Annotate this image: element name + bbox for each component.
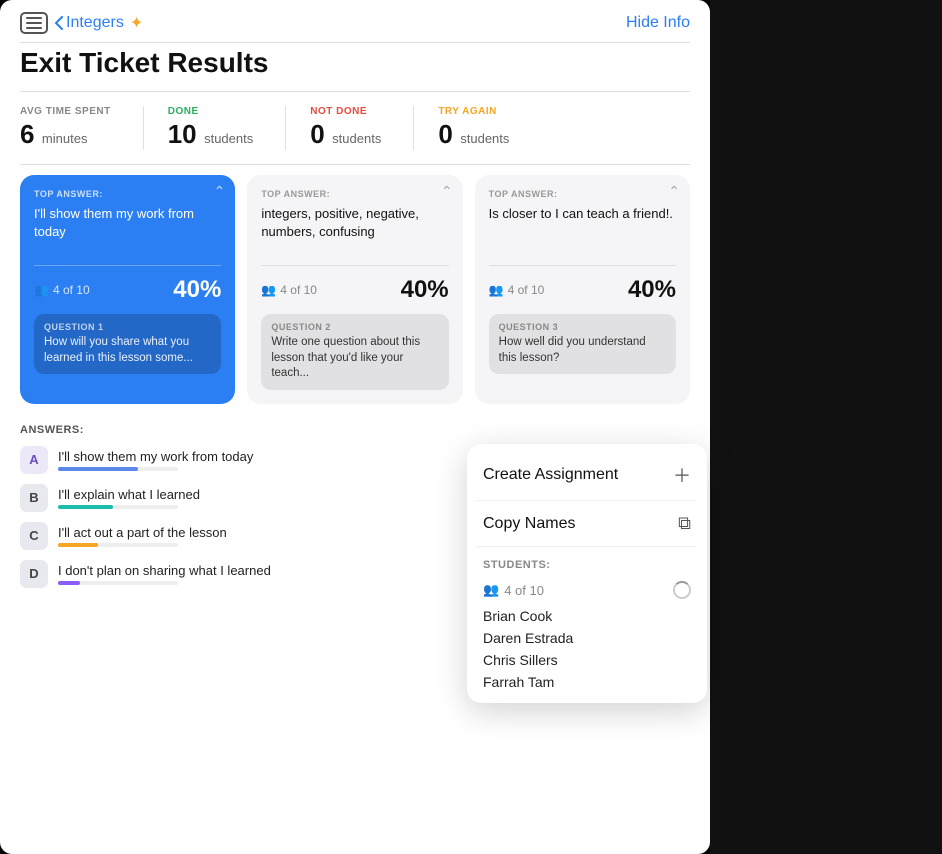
right-dark-panel xyxy=(710,0,942,854)
student-name-2: Daren Estrada xyxy=(467,627,707,649)
stat-not-done: NOT DONE 0 students xyxy=(285,106,409,150)
sparkle-icon: ✦ xyxy=(130,13,143,33)
card-1-divider xyxy=(34,265,221,266)
card-1-students: 👥 4 of 10 xyxy=(34,283,90,297)
answer-bar-a xyxy=(58,467,138,471)
card-1-top-label: TOP ANSWER: xyxy=(34,189,221,199)
main-panel: Integers ✦ Hide Info Exit Ticket Results… xyxy=(0,0,710,854)
students-section: STUDENTS: 👥 4 of 10 Brian Cook Daren Est… xyxy=(467,547,707,697)
card-3-q-label: QUESTION 3 xyxy=(499,322,666,332)
card-2-percent: 40% xyxy=(401,276,449,304)
caret-up-icon-2: ⌃ xyxy=(441,183,453,200)
stat-avg-time-unit: minutes xyxy=(42,131,88,146)
answer-card-1[interactable]: ⌃ TOP ANSWER: I'll show them my work fro… xyxy=(20,175,235,404)
stat-try-again: TRY AGAIN 0 students xyxy=(413,106,537,150)
answer-letter-a: A xyxy=(20,446,48,474)
card-3-percent: 40% xyxy=(628,276,676,304)
answer-letter-c: C xyxy=(20,522,48,550)
students-icon-3: 👥 xyxy=(489,283,504,297)
student-name-1: Brian Cook xyxy=(467,605,707,627)
sidebar-toggle-button[interactable] xyxy=(20,12,48,34)
answer-bar-track-b xyxy=(58,505,178,509)
card-2-q-label: QUESTION 2 xyxy=(271,322,438,332)
answer-letter-d: D xyxy=(20,560,48,588)
copy-icon: ⧉ xyxy=(678,513,691,534)
back-label: Integers xyxy=(66,14,124,32)
card-2-q-text: Write one question about this lesson tha… xyxy=(271,335,438,382)
copy-names-item[interactable]: Copy Names ⧉ xyxy=(467,501,707,546)
answer-card-3[interactable]: ⌃ TOP ANSWER: Is closer to I can teach a… xyxy=(475,175,690,404)
stat-avg-time-label: AVG TIME SPENT xyxy=(20,106,111,117)
answer-bar-b xyxy=(58,505,113,509)
plus-icon: ＋ xyxy=(673,462,691,488)
create-assignment-label: Create Assignment xyxy=(483,466,618,484)
dropdown-popup: Create Assignment ＋ Copy Names ⧉ STUDENT… xyxy=(467,444,707,703)
students-count-row: 👥 4 of 10 xyxy=(467,577,707,605)
tooltip-arrow xyxy=(119,403,137,404)
card-2-top-label: TOP ANSWER: xyxy=(261,189,448,199)
stat-avg-time: AVG TIME SPENT 6 minutes xyxy=(20,106,139,150)
cards-row: ⌃ TOP ANSWER: I'll show them my work fro… xyxy=(0,165,710,412)
page-title: Exit Ticket Results xyxy=(0,43,710,91)
answers-label: ANSWERS: xyxy=(20,424,690,436)
card-3-top-label: TOP ANSWER: xyxy=(489,189,676,199)
loading-indicator xyxy=(673,581,691,599)
stat-done: DONE 10 students xyxy=(143,106,282,150)
caret-up-icon-1: ⌃ xyxy=(214,183,226,200)
card-3-divider xyxy=(489,265,676,266)
answer-bar-track-d xyxy=(58,581,178,585)
card-3-stats-row: 👥 4 of 10 40% xyxy=(489,276,676,304)
stat-done-label: DONE xyxy=(168,106,254,117)
stat-avg-time-value: 6 xyxy=(20,119,34,149)
card-2-question-section: QUESTION 2 Write one question about this… xyxy=(261,314,448,390)
card-3-students: 👥 4 of 10 xyxy=(489,283,545,297)
students-section-label: STUDENTS: xyxy=(467,555,707,577)
stat-done-value: 10 xyxy=(168,119,197,149)
stat-try-again-value: 0 xyxy=(438,119,452,149)
students-count-person-icon: 👥 xyxy=(483,582,499,598)
card-2-students: 👥 4 of 10 xyxy=(261,283,317,297)
copy-names-label: Copy Names xyxy=(483,515,575,533)
card-1-stats-row: 👥 4 of 10 40% xyxy=(34,276,221,304)
top-bar: Integers ✦ Hide Info xyxy=(0,0,710,42)
card-2-divider xyxy=(261,265,448,266)
students-count-value: 4 of 10 xyxy=(504,583,544,598)
card-3-q-text: How well did you understand this lesson? xyxy=(499,335,666,366)
top-bar-left: Integers ✦ xyxy=(20,12,143,34)
hide-info-button[interactable]: Hide Info xyxy=(626,14,690,32)
answer-bar-track-c xyxy=(58,543,178,547)
answer-bar-d xyxy=(58,581,80,585)
answer-bar-track-a xyxy=(58,467,178,471)
stat-try-again-label: TRY AGAIN xyxy=(438,106,509,117)
back-button[interactable]: Integers xyxy=(54,14,124,32)
stat-not-done-label: NOT DONE xyxy=(310,106,381,117)
student-name-4: Farrah Tam xyxy=(467,671,707,693)
card-2-stats-row: 👥 4 of 10 40% xyxy=(261,276,448,304)
stat-try-again-unit: students xyxy=(460,131,509,146)
stats-row: AVG TIME SPENT 6 minutes DONE 10 student… xyxy=(0,92,710,164)
card-1-q-label: QUESTION 1 xyxy=(44,322,211,332)
card-1-q-text: How will you share what you learned in t… xyxy=(44,335,211,366)
students-count-label: 👥 4 of 10 xyxy=(483,582,544,598)
stat-done-unit: students xyxy=(204,131,253,146)
card-1-question-section: QUESTION 1 How will you share what you l… xyxy=(34,314,221,374)
card-3-answer-text: Is closer to I can teach a friend!. xyxy=(489,205,676,255)
answer-bar-c xyxy=(58,543,98,547)
card-2-answer-text: integers, positive, negative, numbers, c… xyxy=(261,205,448,255)
card-1-percent: 40% xyxy=(173,276,221,304)
answer-letter-b: B xyxy=(20,484,48,512)
students-icon-2: 👥 xyxy=(261,283,276,297)
card-3-question-section: QUESTION 3 How well did you understand t… xyxy=(489,314,676,374)
caret-up-icon-3: ⌃ xyxy=(668,183,680,200)
answer-card-2[interactable]: ⌃ TOP ANSWER: integers, positive, negati… xyxy=(247,175,462,404)
stat-not-done-value: 0 xyxy=(310,119,324,149)
card-1-answer-text: I'll show them my work from today xyxy=(34,205,221,255)
students-icon-1: 👥 xyxy=(34,283,49,297)
student-name-3: Chris Sillers xyxy=(467,649,707,671)
create-assignment-item[interactable]: Create Assignment ＋ xyxy=(467,450,707,500)
stat-not-done-unit: students xyxy=(332,131,381,146)
